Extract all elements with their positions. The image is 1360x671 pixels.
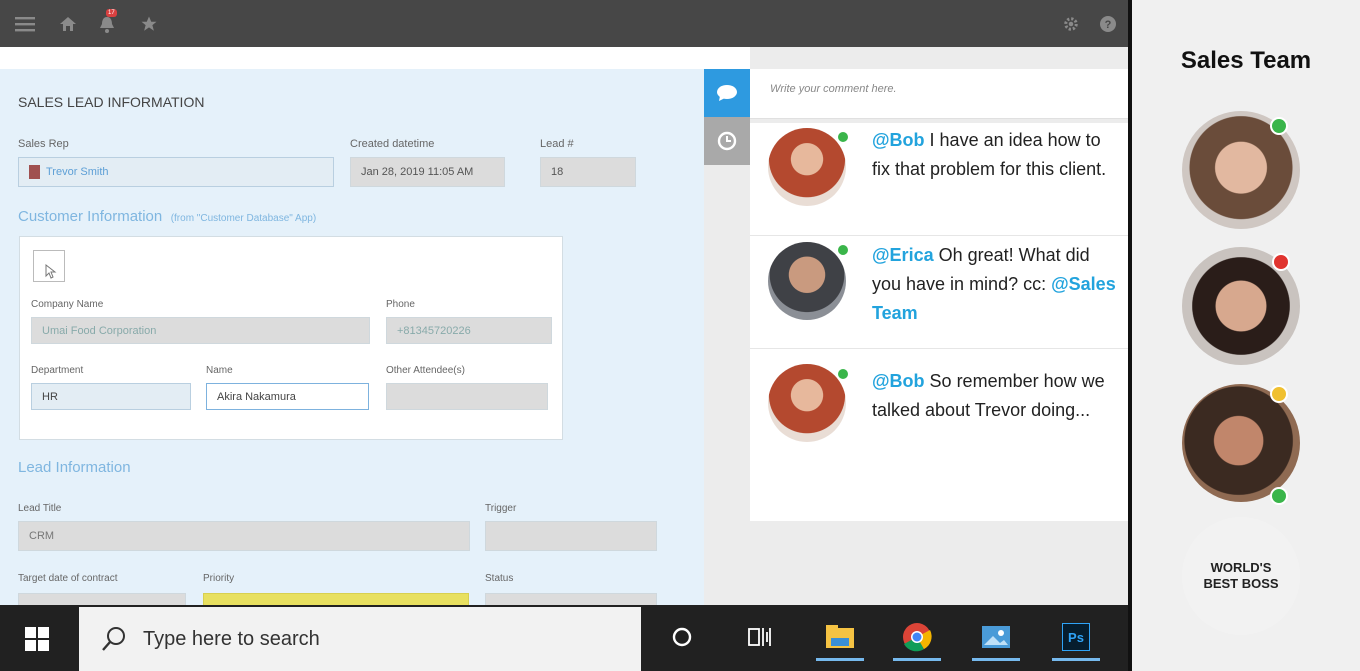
department-field[interactable]: HR [31,383,191,410]
app-header: 17 ? [0,0,1128,47]
priority-field[interactable] [203,593,469,605]
svg-text:?: ? [1105,19,1112,31]
gear-icon[interactable] [1058,0,1084,47]
sales-team-panel: Sales Team WORLD'S BEST BOSS [1132,0,1360,671]
avatar [768,242,846,320]
created-datetime-field[interactable]: Jan 28, 2019 11:05 AM [350,157,505,187]
lead-section-heading: Lead Information [18,459,131,476]
phone-label: Phone [386,299,415,310]
sales-lead-form: SALES LEAD INFORMATION Sales Rep Trevor … [0,69,704,605]
online-status-dot [836,243,850,257]
photoshop-icon[interactable]: Ps [1052,613,1100,661]
customer-info-box: Company Name Umai Food Corporation Phone… [19,236,563,440]
clock-icon [717,131,737,151]
lead-title-label: Lead Title [18,503,62,514]
taskbar-search-input[interactable]: Type here to search [79,607,641,671]
trigger-label: Trigger [485,503,517,514]
help-icon[interactable]: ? [1095,0,1121,47]
star-icon[interactable] [136,0,162,47]
team-title: Sales Team [1180,47,1312,74]
circle-icon[interactable] [658,613,706,661]
windows-icon[interactable] [25,627,49,651]
online-status-dot [836,367,850,381]
lead-number-label: Lead # [540,138,574,150]
name-field[interactable]: Akira Nakamura [206,383,369,410]
customer-lookup-button[interactable] [33,250,65,282]
company-name-field[interactable]: Umai Food Corporation [31,317,370,344]
search-icon [102,627,125,651]
task-view-icon[interactable] [736,613,784,661]
target-date-label: Target date of contract [18,573,118,584]
phone-field[interactable]: +81345720226 [386,317,552,344]
bell-icon[interactable]: 17 [94,0,120,47]
comment-item: @Bob I have an idea how to fix that prob… [750,123,1128,236]
comment-item: @Bob So remember how we talked about Tre… [750,349,1128,469]
mention[interactable]: @Bob [872,130,925,150]
department-label: Department [31,365,84,376]
app-content: SALES LEAD INFORMATION Sales Rep Trevor … [0,47,1128,605]
mention[interactable]: @Bob [872,371,925,391]
comment-list: @Bob I have an idea how to fix that prob… [750,123,1128,521]
avatar [768,128,846,206]
sales-rep-label: Sales Rep [18,138,69,150]
file-explorer-icon[interactable] [816,613,864,661]
speech-bubble-icon [717,85,737,101]
customer-section-heading: Customer Information (from "Customer Dat… [18,208,317,225]
team-member-avatar[interactable]: WORLD'S BEST BOSS [1182,517,1300,635]
trigger-field[interactable] [485,521,657,551]
name-label: Name [206,365,233,376]
mention[interactable]: @Erica [872,245,934,265]
away-status-dot [1270,385,1288,403]
history-tab[interactable] [704,117,750,165]
comment-item: @Erica Oh great! What did you have in mi… [750,236,1128,349]
busy-status-dot [1272,253,1290,271]
windows-taskbar: Type here to search Ps [0,605,1128,671]
chrome-icon[interactable] [893,613,941,661]
form-title: SALES LEAD INFORMATION [18,94,205,110]
online-status-dot [836,130,850,144]
online-status-dot [1270,117,1288,135]
lead-title-field[interactable]: CRM [18,521,470,551]
sales-rep-field[interactable]: Trevor Smith [18,157,334,187]
created-datetime-label: Created datetime [350,138,435,150]
home-icon[interactable] [55,0,81,47]
notification-badge: 17 [106,9,117,17]
avatar [768,364,846,442]
comments-tab[interactable] [704,69,750,117]
hamburger-icon[interactable] [10,0,40,47]
user-icon [29,165,40,179]
online-status-dot [1270,487,1288,505]
status-label: Status [485,573,514,584]
other-attendees-field[interactable] [386,383,548,410]
comment-input[interactable]: Write your comment here. [750,69,1128,119]
priority-label: Priority [203,573,235,584]
photos-icon[interactable] [972,613,1020,661]
target-date-field[interactable] [18,593,186,605]
mug-text: WORLD'S BEST BOSS [1203,560,1279,591]
company-name-label: Company Name [31,299,104,310]
other-attendees-label: Other Attendee(s) [386,365,465,376]
lead-number-field[interactable]: 18 [540,157,636,187]
status-field[interactable] [485,593,657,605]
